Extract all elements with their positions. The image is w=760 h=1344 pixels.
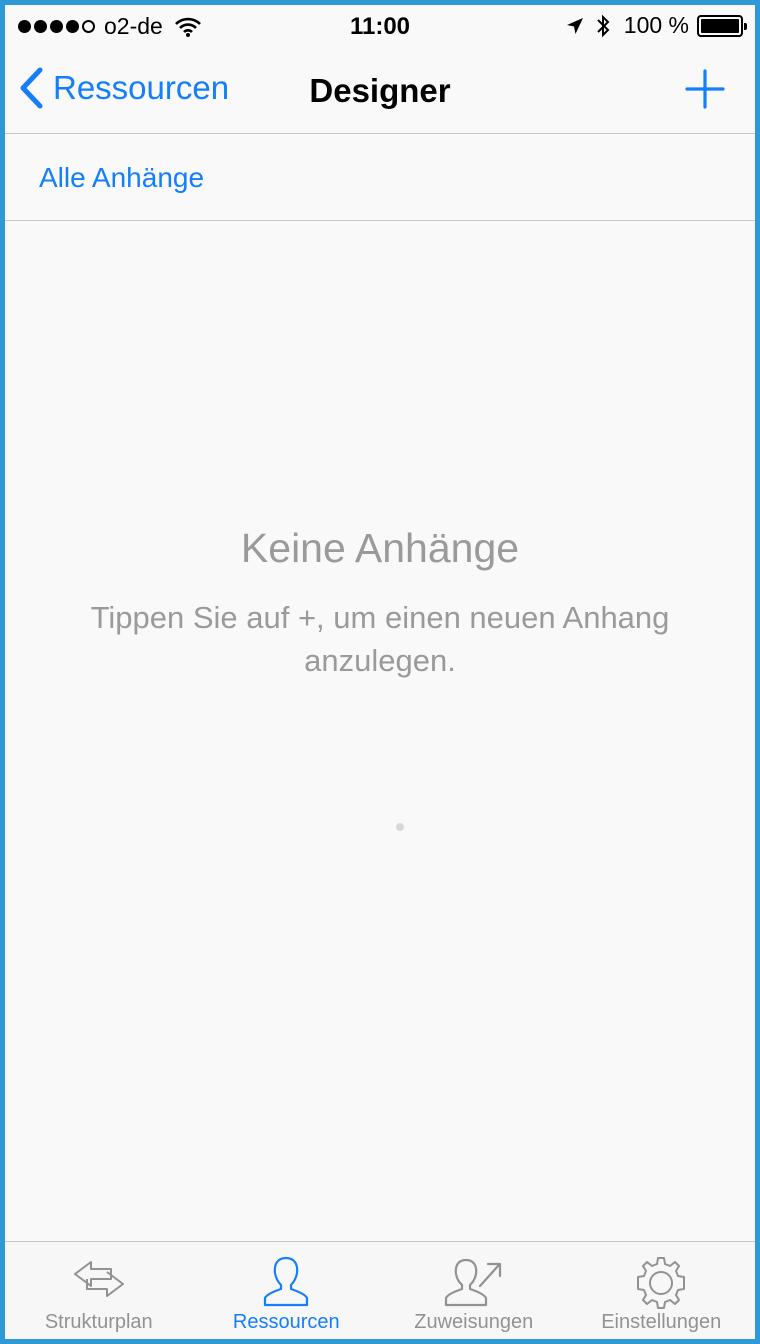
location-arrow-icon — [566, 17, 583, 34]
bluetooth-icon — [597, 14, 610, 37]
arrows-swap-icon — [73, 1261, 124, 1297]
person-assign-icon — [444, 1258, 501, 1307]
tab-label: Strukturplan — [44, 1311, 153, 1333]
battery-icon — [697, 14, 747, 37]
person-icon — [264, 1256, 309, 1307]
activity-indicator — [396, 823, 404, 831]
empty-state-title: Keine Anhänge — [240, 525, 520, 571]
empty-state-hint: Tippen Sie auf +, um einen neuen Anhang … — [90, 600, 670, 678]
tab-ressourcen[interactable]: Ressourcen — [193, 1242, 381, 1339]
status-bar: o2-de 11:00 100 % — [5, 5, 755, 45]
tab-strukturplan[interactable]: Strukturplan — [5, 1242, 193, 1339]
tab-label: Zuweisungen — [414, 1311, 534, 1333]
all-attachments-filter[interactable]: Alle Anhänge — [39, 162, 204, 194]
tab-zuweisungen[interactable]: Zuweisungen — [380, 1242, 568, 1339]
back-button-label: Ressourcen — [53, 69, 230, 106]
battery-percentage: 100 % — [623, 12, 689, 38]
back-button[interactable]: Ressourcen — [19, 67, 229, 109]
status-right: 100 % — [566, 12, 747, 39]
empty-state: Keine Anhänge Tippen Sie auf +, um einen… — [5, 525, 755, 682]
tab-label: Einstellungen — [601, 1311, 722, 1333]
plus-icon[interactable] — [685, 69, 725, 109]
filter-row: Alle Anhänge — [5, 134, 755, 221]
app-screen: o2-de 11:00 100 % Ressourcen Designer Al… — [5, 5, 755, 1339]
tab-einstellungen[interactable]: Einstellungen — [568, 1242, 756, 1339]
navigation-bar: Ressourcen Designer — [5, 45, 755, 134]
tab-label: Ressourcen — [232, 1311, 340, 1333]
chevron-left-icon — [20, 67, 43, 109]
gear-icon — [637, 1257, 686, 1309]
tab-bar: Strukturplan Ressourcen Zuweisungen Eins… — [5, 1241, 755, 1339]
